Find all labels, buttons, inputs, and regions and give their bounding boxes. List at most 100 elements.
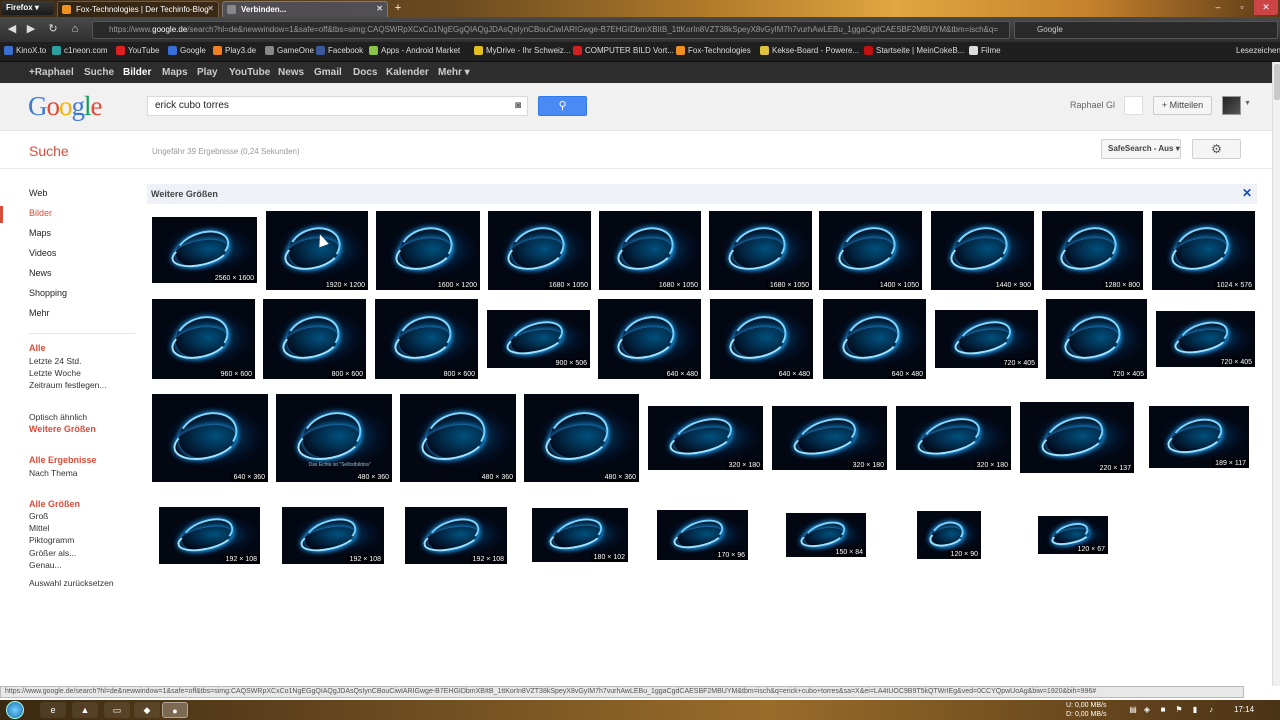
sidebar-item-videos[interactable]: Videos xyxy=(29,248,56,258)
filter-time-24h[interactable]: Letzte 24 Std. xyxy=(29,356,81,366)
share-button[interactable]: + Mitteilen xyxy=(1153,96,1212,115)
search-button[interactable]: ⚲ xyxy=(538,96,587,116)
bookmark-item[interactable]: YouTube xyxy=(116,46,159,55)
browser-search-box[interactable]: Google xyxy=(1014,21,1278,39)
filter-by-topic[interactable]: Nach Thema xyxy=(29,468,78,478)
scrollbar-thumb[interactable] xyxy=(1274,64,1280,100)
image-thumbnail[interactable]: 800 × 600 xyxy=(263,299,366,379)
image-thumbnail[interactable]: 640 × 360 xyxy=(152,394,268,482)
image-thumbnail[interactable]: 1400 × 1050 xyxy=(819,211,922,290)
sidebar-item-news[interactable]: News xyxy=(29,268,52,278)
image-thumbnail[interactable]: 120 × 90 xyxy=(917,511,981,559)
image-thumbnail[interactable]: 640 × 480 xyxy=(598,299,701,379)
shield-icon[interactable]: ◈ xyxy=(1142,705,1152,715)
image-thumbnail[interactable]: 180 × 102 xyxy=(532,508,628,562)
filter-time-custom[interactable]: Zeitraum festlegen... xyxy=(29,380,106,390)
flag-icon[interactable]: ⚑ xyxy=(1174,705,1184,715)
image-thumbnail[interactable]: 150 × 84 xyxy=(786,513,866,557)
image-thumbnail[interactable]: 1440 × 900 xyxy=(931,211,1034,290)
page-scrollbar[interactable] xyxy=(1272,62,1280,686)
image-thumbnail[interactable]: 1280 × 800 xyxy=(1042,211,1143,290)
minimize-button[interactable]: – xyxy=(1206,0,1230,15)
image-thumbnail[interactable]: Das Echte ist "Selbstbildnis" 480 × 360 xyxy=(276,394,392,482)
image-thumbnail[interactable]: 720 × 405 xyxy=(935,310,1038,368)
gbar-item-gmail[interactable]: Gmail xyxy=(314,67,342,78)
taskbar-vlc-icon[interactable]: ▲ xyxy=(72,702,98,718)
tab-fox-technologies[interactable]: Fox-Technologies | Der Techinfo-Blog ✕ xyxy=(57,1,219,17)
close-icon[interactable]: ✕ xyxy=(1242,186,1252,200)
gbar-item-youtube[interactable]: YouTube xyxy=(229,67,270,78)
image-thumbnail[interactable]: 1024 × 576 xyxy=(1152,211,1255,290)
filter-size-medium[interactable]: Mittel xyxy=(29,523,49,533)
close-tab-icon[interactable]: ✕ xyxy=(207,4,214,13)
gbar-item-maps[interactable]: Maps xyxy=(162,67,188,78)
bookmark-item[interactable]: Kekse-Board - Powere... xyxy=(760,46,859,55)
bookmark-item[interactable]: Fox-Technologies xyxy=(676,46,751,55)
image-thumbnail[interactable]: 189 × 117 xyxy=(1149,406,1249,468)
gbar-item-news[interactable]: News xyxy=(278,67,304,78)
bookmarks-menu[interactable]: Lesezeichen xyxy=(1224,46,1280,55)
bookmark-item[interactable]: MyDrive - Ihr Schweiz... xyxy=(474,46,570,55)
reset-filters-link[interactable]: Auswahl zurücksetzen xyxy=(29,578,114,588)
gbar-item-suche[interactable]: Suche xyxy=(84,67,114,78)
image-thumbnail[interactable]: 320 × 180 xyxy=(648,406,763,470)
search-input[interactable]: erick cubo torres ◙ xyxy=(147,96,528,116)
network-icon[interactable]: ▤ xyxy=(1128,705,1138,715)
filter-all-sizes[interactable]: Alle Größen xyxy=(29,499,80,509)
bookmark-item[interactable]: Facebook xyxy=(316,46,363,55)
sidebar-item-maps[interactable]: Maps xyxy=(29,228,51,238)
filter-size-exact[interactable]: Genau... xyxy=(29,560,62,570)
firefox-menu-button[interactable]: Firefox ▾ xyxy=(2,1,54,15)
image-thumbnail[interactable]: 640 × 480 xyxy=(823,299,926,379)
back-arrow-icon[interactable]: ◀ xyxy=(3,21,21,38)
notifications-button[interactable] xyxy=(1124,96,1143,115)
start-button[interactable] xyxy=(6,701,24,719)
image-thumbnail[interactable]: 900 × 506 xyxy=(487,310,590,368)
bookmark-item[interactable]: Filme xyxy=(969,46,1001,55)
image-thumbnail[interactable]: 480 × 360 xyxy=(400,394,516,482)
filter-size-larger-than[interactable]: Größer als... xyxy=(29,548,76,558)
bookmark-item[interactable]: Google xyxy=(168,46,206,55)
image-thumbnail[interactable]: 2560 × 1600 xyxy=(152,217,257,283)
camera-icon[interactable]: ◙ xyxy=(515,100,521,111)
forward-arrow-icon[interactable]: ▶ xyxy=(22,21,40,38)
bookmark-item[interactable]: COMPUTER BILD Vort... xyxy=(573,46,674,55)
signal-icon[interactable]: ▮ xyxy=(1190,705,1200,715)
taskbar-explorer-icon[interactable]: ▭ xyxy=(104,702,130,718)
filter-similar[interactable]: Optisch ähnlich xyxy=(29,412,87,422)
image-thumbnail[interactable]: 170 × 96 xyxy=(657,510,748,560)
gbar-item-kalender[interactable]: Kalender xyxy=(386,67,429,78)
image-thumbnail[interactable]: 1680 × 1050 xyxy=(599,211,701,290)
taskbar-ie-icon[interactable]: e xyxy=(40,702,66,718)
user-name[interactable]: Raphael Gl xyxy=(1070,100,1115,110)
tab-verbinden[interactable]: Verbinden... ✕ xyxy=(222,1,388,17)
image-thumbnail[interactable]: 720 × 405 xyxy=(1156,311,1255,367)
gbar-item-bilder[interactable]: Bilder xyxy=(123,67,151,78)
chevron-down-icon[interactable]: ▼ xyxy=(1244,100,1251,107)
image-thumbnail[interactable]: 120 × 67 xyxy=(1038,516,1108,554)
sidebar-item-web[interactable]: Web xyxy=(29,188,47,198)
google-logo[interactable]: Google xyxy=(28,91,102,122)
filter-all-results[interactable]: Alle Ergebnisse xyxy=(29,455,97,465)
maximize-button[interactable]: ▫ xyxy=(1230,0,1254,15)
new-tab-button[interactable]: + xyxy=(390,2,406,16)
close-window-button[interactable]: ✕ xyxy=(1254,0,1278,15)
close-tab-icon[interactable]: ✕ xyxy=(376,4,383,13)
bookmark-item[interactable]: Apps - Android Market xyxy=(369,46,460,55)
image-thumbnail[interactable]: 960 × 600 xyxy=(152,299,255,379)
image-thumbnail[interactable]: 320 × 180 xyxy=(772,406,887,470)
address-bar[interactable]: https://www.google.de/search?hl=de&newwi… xyxy=(92,21,1010,39)
sidebar-item-shopping[interactable]: Shopping xyxy=(29,288,67,298)
filter-size-icon[interactable]: Piktogramm xyxy=(29,535,74,545)
image-thumbnail[interactable]: 220 × 137 xyxy=(1020,402,1134,473)
bookmark-item[interactable]: Play3.de xyxy=(213,46,256,55)
home-icon[interactable]: ⌂ xyxy=(66,21,84,38)
image-thumbnail[interactable]: 1920 × 1200 xyxy=(266,211,368,290)
image-thumbnail[interactable]: 192 × 108 xyxy=(282,507,384,564)
filter-size-large[interactable]: Groß xyxy=(29,511,48,521)
safesearch-dropdown[interactable]: SafeSearch - Aus ▾ xyxy=(1101,139,1181,159)
gbar-item-play[interactable]: Play xyxy=(197,67,218,78)
gbar-item-plus[interactable]: +Raphael xyxy=(29,67,74,78)
avatar[interactable] xyxy=(1222,96,1241,115)
bookmark-item[interactable]: GameOne xyxy=(265,46,314,55)
